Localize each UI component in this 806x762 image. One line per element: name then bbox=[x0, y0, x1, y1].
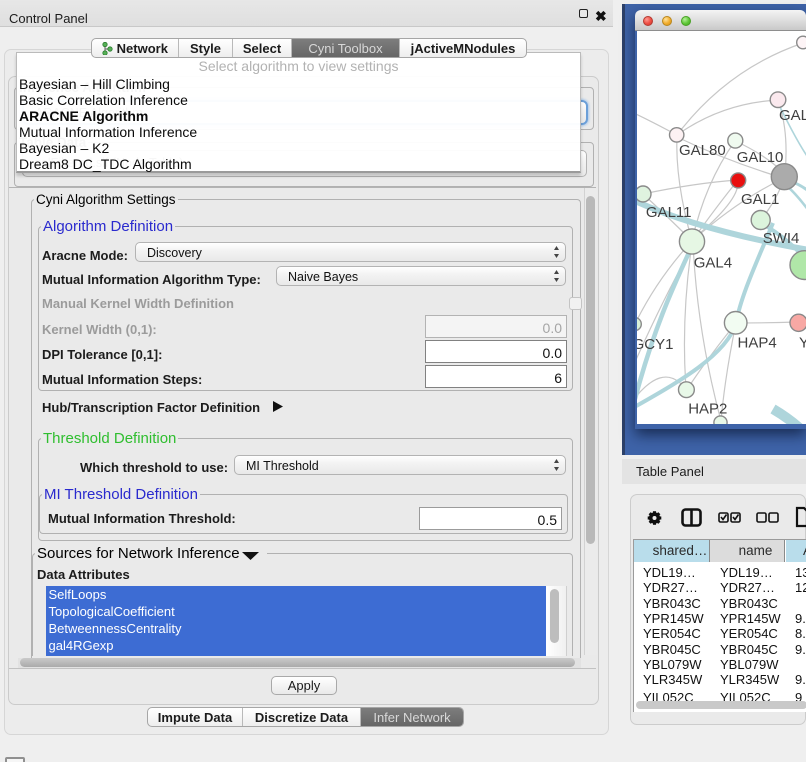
svg-text:GAL10: GAL10 bbox=[737, 149, 784, 166]
svg-text:GAL: GAL bbox=[779, 107, 806, 124]
svg-text:SWI4: SWI4 bbox=[763, 230, 800, 247]
svg-text:GAL11: GAL11 bbox=[646, 204, 692, 221]
svg-text:HAP4: HAP4 bbox=[738, 335, 777, 352]
svg-text:Y: Y bbox=[799, 335, 806, 352]
svg-text:GAL1: GAL1 bbox=[741, 191, 779, 208]
svg-text:GAL80: GAL80 bbox=[679, 142, 726, 159]
svg-text:HAP2: HAP2 bbox=[688, 400, 727, 417]
svg-text:GCY1: GCY1 bbox=[637, 336, 673, 353]
svg-text:GAL4: GAL4 bbox=[694, 255, 732, 272]
